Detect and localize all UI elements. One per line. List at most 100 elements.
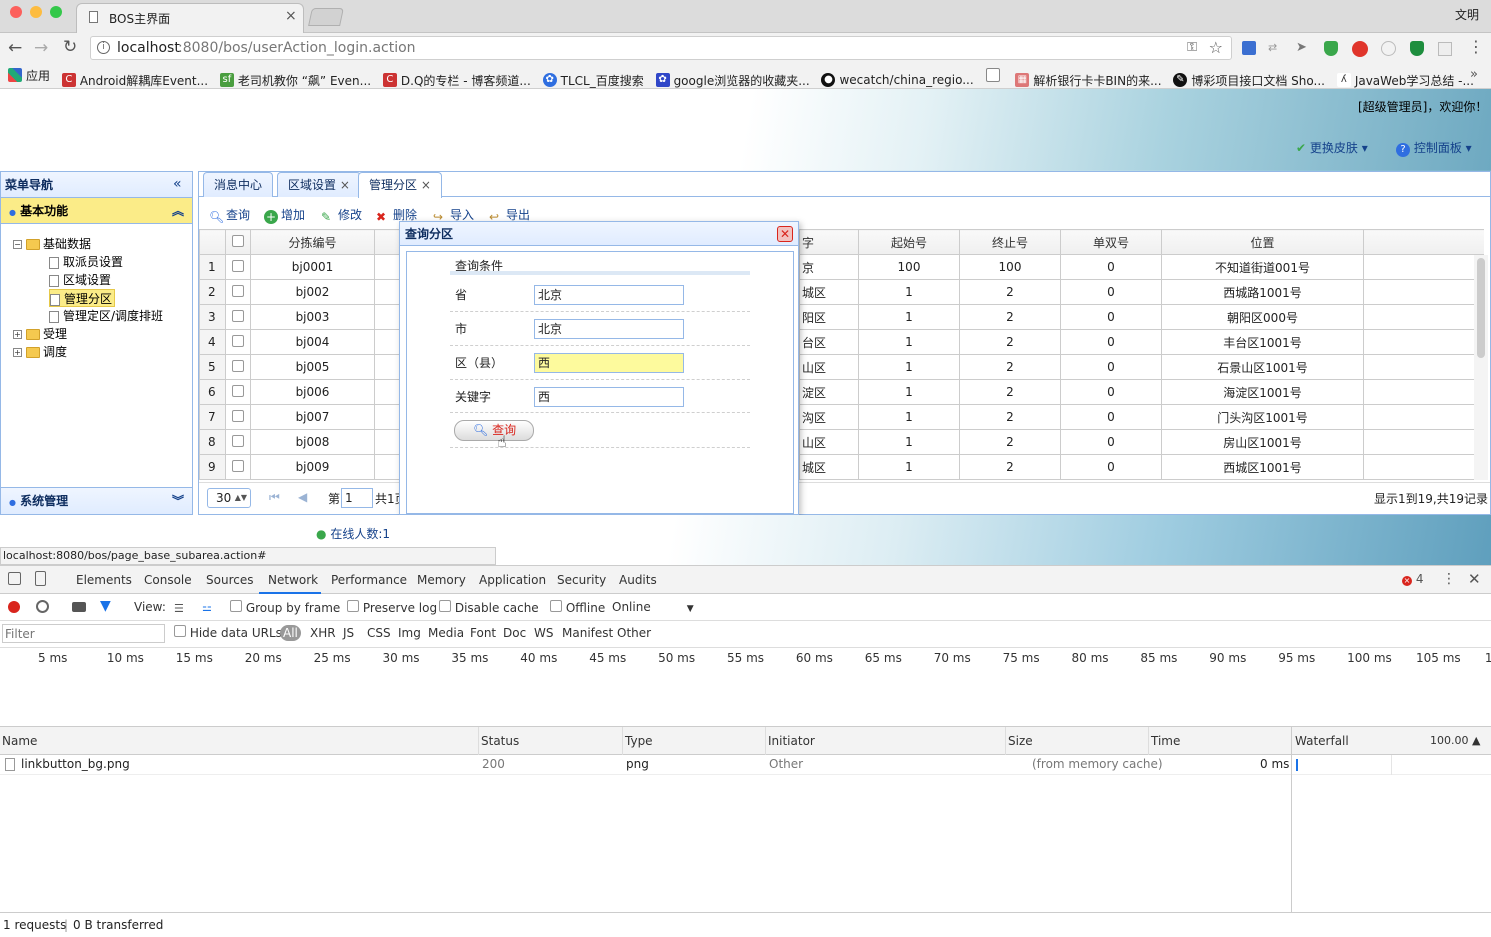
cell-code[interactable]: bj005 [250,354,375,380]
edit-button[interactable]: ✎ 修改 [321,207,362,224]
tree-node-accept[interactable]: + 受理 [13,325,67,343]
more-bookmarks-icon[interactable]: » [1470,67,1478,82]
table-row[interactable]: 8 bj008 [199,429,401,455]
row-checkbox[interactable] [232,434,244,447]
cell-code[interactable]: bj008 [250,429,375,455]
forward-icon[interactable]: → [34,38,48,58]
cell-position[interactable]: 石景山区1001号 [1161,354,1364,380]
cell-end[interactable]: 2 [959,429,1061,455]
type-filter-manifest[interactable]: Manifest [562,625,613,641]
tree-node-basic-data[interactable]: − 基础数据 [13,235,91,253]
row-checkbox[interactable] [232,359,244,372]
address-bar[interactable]: i localhost :8080/bos/userAction_login.a… [90,36,1232,60]
table-row[interactable]: 山区 1 2 0 房山区1001号 [799,429,1484,455]
checkbox[interactable] [174,625,186,637]
star-icon[interactable]: ☆ [1209,38,1223,57]
cell-district[interactable]: 阳区 [799,304,859,330]
cell-oddeven[interactable]: 0 [1060,404,1162,430]
table-row[interactable]: 2 bj002 [199,279,401,305]
column-name[interactable]: Name [0,727,37,755]
preserve-log-toggle[interactable]: Preserve log [347,600,437,615]
row-checkbox[interactable] [232,309,244,322]
table-row[interactable]: 城区 1 2 0 西城路1001号 [799,279,1484,305]
cell-oddeven[interactable]: 0 [1060,454,1162,480]
collapse-icon[interactable]: « [173,176,182,192]
filter-input[interactable] [2,624,165,643]
cell-start[interactable]: 100 [858,254,960,280]
cell-position[interactable]: 丰台区1001号 [1161,329,1364,355]
bookmark[interactable]: ● wecatch/china_regio... [821,68,974,88]
row-checkbox[interactable] [232,284,244,297]
cell-district[interactable]: 山区 [799,429,859,455]
devtools-menu-icon[interactable]: ⋮ [1442,571,1456,587]
list-view-icon[interactable]: ☰ [174,602,184,615]
expand-node-icon[interactable]: + [13,330,22,339]
cell-end[interactable]: 2 [959,354,1061,380]
cell-district[interactable]: 淀区 [799,379,859,405]
cell-start[interactable]: 1 [858,454,960,480]
clear-icon[interactable] [36,600,49,613]
cell-end[interactable]: 2 [959,304,1061,330]
select-all-checkbox[interactable] [232,234,244,247]
disable-cache-toggle[interactable]: Disable cache [439,600,539,615]
accordion-collapse-icon[interactable]: ︾ [172,488,184,515]
grid-scrollbar[interactable] [1474,255,1488,480]
accordion-basic[interactable]: ● 基本功能 ︽ [1,198,192,224]
close-tab-icon[interactable]: × [421,178,431,192]
cell-hidden[interactable] [374,379,401,405]
row-checkbox[interactable] [232,384,244,397]
tab-message-center[interactable]: 消息中心 [203,172,274,197]
column-status[interactable]: Status [479,727,519,755]
window-extension-icon[interactable] [1438,42,1452,56]
cell-start[interactable]: 1 [858,304,960,330]
devtools-tab-memory[interactable]: Memory [417,566,466,594]
cell-end[interactable]: 2 [959,279,1061,305]
offline-toggle[interactable]: Offline [550,600,605,615]
cell-code[interactable]: bj004 [250,329,375,355]
extension-icon[interactable]: ⇄ [1268,41,1282,55]
cell-district[interactable]: 京 [799,254,859,280]
accordion-system[interactable]: ● 系统管理 ︾ [1,487,192,514]
new-tab-button[interactable] [308,8,344,26]
keyword-input[interactable]: 西 [534,387,684,407]
devtools-tab-performance[interactable]: Performance [331,566,407,594]
profile-name[interactable]: 文明 [1455,6,1479,23]
close-tab-icon[interactable]: × [340,178,350,192]
close-tab-icon[interactable]: × [285,8,297,24]
bookmark[interactable]: ʎ JavaWeb学习总结 -... [1336,68,1474,88]
tree-item-courier[interactable]: 取派员设置 [49,253,123,271]
table-row[interactable]: 沟区 1 2 0 门头沟区1001号 [799,404,1484,430]
cell-end[interactable]: 2 [959,454,1061,480]
devtools-tab-elements[interactable]: Elements [76,566,132,594]
prev-page-icon[interactable]: ◀ [298,490,307,504]
cell-hidden[interactable] [374,454,401,480]
record-icon[interactable] [8,601,20,613]
bookmark[interactable]: C Android解耦库Event... [61,68,208,88]
type-filter-img[interactable]: Img [398,625,421,641]
search-button[interactable]: 🔍︎ 查询 [209,207,250,224]
close-window-button[interactable] [10,6,22,18]
cell-code[interactable]: bj0001 [250,254,375,280]
devtools-close-icon[interactable]: ✕ [1468,570,1481,588]
yab-icon[interactable] [1352,41,1368,57]
cell-code[interactable]: bj002 [250,279,375,305]
tree-item-subarea[interactable]: 管理分区 [49,289,116,307]
tree-item-decidedzone[interactable]: 管理定区/调度排班 [49,307,163,325]
column-size[interactable]: Size [1006,727,1033,755]
type-filter-js[interactable]: JS [343,625,354,641]
cell-district[interactable]: 城区 [799,279,859,305]
inspect-icon[interactable] [8,572,21,585]
table-row[interactable]: 3 bj003 [199,304,401,330]
type-filter-font[interactable]: Font [470,625,496,641]
cell-position[interactable]: 西城区1001号 [1161,454,1364,480]
cell-start[interactable]: 1 [858,354,960,380]
bookmark-apps[interactable]: 应用 [8,63,50,87]
column-initiator[interactable]: Initiator [766,727,815,755]
request-row[interactable]: linkbutton_bg.png 200 png Other (from me… [0,755,1491,775]
cell-position[interactable]: 房山区1001号 [1161,429,1364,455]
cell-oddeven[interactable]: 0 [1060,254,1162,280]
cell-district[interactable]: 沟区 [799,404,859,430]
table-row[interactable]: 6 bj006 [199,379,401,405]
waterfall-view-icon[interactable]: ⚍ [202,601,212,614]
cell-code[interactable]: bj007 [250,404,375,430]
